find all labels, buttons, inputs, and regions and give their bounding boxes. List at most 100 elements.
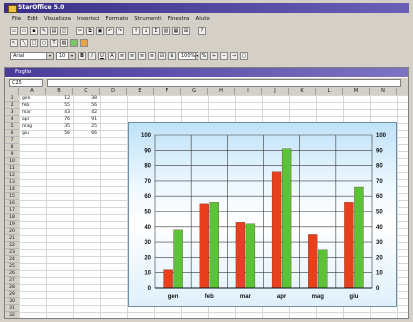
sum-icon[interactable]: Σ xyxy=(152,27,160,35)
paste-icon[interactable]: ▣ xyxy=(96,27,104,35)
cell-month-label[interactable]: mar xyxy=(22,109,31,116)
row-header[interactable]: 3 xyxy=(5,109,19,116)
select-arrow-icon[interactable]: ↖ xyxy=(10,39,18,47)
formula-input[interactable] xyxy=(47,79,401,87)
line-icon[interactable]: ╲ xyxy=(20,39,28,47)
row-header[interactable]: 25 xyxy=(5,263,19,270)
percent-icon[interactable]: % xyxy=(200,52,208,60)
underline-icon[interactable]: U xyxy=(98,52,106,60)
text-box-icon[interactable]: T xyxy=(50,39,58,47)
row-header[interactable]: 23 xyxy=(5,249,19,256)
column-header-d[interactable]: D xyxy=(100,88,127,95)
merge-icon[interactable]: ⊟ xyxy=(158,52,166,60)
row-header[interactable]: 20 xyxy=(5,228,19,235)
column-header-c[interactable]: C xyxy=(73,88,100,95)
cut-icon[interactable]: ✂ xyxy=(76,27,84,35)
row-header[interactable]: 31 xyxy=(5,305,19,312)
row-header[interactable]: 30 xyxy=(5,298,19,305)
cell-value-c[interactable]: 56 xyxy=(73,102,97,109)
cell-month-label[interactable]: giu xyxy=(22,130,29,137)
menu-format[interactable]: Formato xyxy=(106,16,129,22)
row-header[interactable]: 8 xyxy=(5,144,19,151)
cell-value-b[interactable]: 35 xyxy=(46,123,70,130)
row-header[interactable]: 29 xyxy=(5,291,19,298)
print-preview-icon[interactable]: ◫ xyxy=(60,27,68,35)
cell-value-c[interactable]: 25 xyxy=(73,123,97,130)
green-chart-icon[interactable] xyxy=(70,39,78,47)
save-icon[interactable]: ▪ xyxy=(30,27,38,35)
row-header[interactable]: 28 xyxy=(5,284,19,291)
cell-value-c[interactable]: 42 xyxy=(73,109,97,116)
column-header-k[interactable]: K xyxy=(289,88,316,95)
row-header[interactable]: 27 xyxy=(5,277,19,284)
rectangle-icon[interactable]: □ xyxy=(30,39,38,47)
row-header[interactable]: 10 xyxy=(5,158,19,165)
column-header-g[interactable]: G xyxy=(181,88,208,95)
row-header[interactable]: 32 xyxy=(5,312,19,318)
row-header[interactable]: 9 xyxy=(5,151,19,158)
row-header[interactable]: 21 xyxy=(5,235,19,242)
row-header[interactable]: 22 xyxy=(5,242,19,249)
chart-icon[interactable]: ▥ xyxy=(162,27,170,35)
column-header-a[interactable]: A xyxy=(19,88,46,95)
menu-help[interactable]: Aiuto xyxy=(195,16,209,22)
cell-value-c[interactable]: 38 xyxy=(73,95,97,102)
row-header[interactable]: 5 xyxy=(5,123,19,130)
cell-value-b[interactable]: 56 xyxy=(46,130,70,137)
row-header[interactable]: 12 xyxy=(5,172,19,179)
menu-tools[interactable]: Strumenti xyxy=(134,16,161,22)
menu-insert[interactable]: Inserisci xyxy=(77,16,100,22)
font-color-icon[interactable]: A xyxy=(108,52,116,60)
redo-icon[interactable]: ↷ xyxy=(116,27,124,35)
row-header[interactable]: 18 xyxy=(5,214,19,221)
decimal-remove-icon[interactable]: − xyxy=(220,52,228,60)
menu-window[interactable]: Finestra xyxy=(168,16,190,22)
cell-month-label[interactable]: feb xyxy=(22,102,29,109)
align-center-icon[interactable]: ≡ xyxy=(128,52,136,60)
column-header-j[interactable]: J xyxy=(262,88,289,95)
edit-icon[interactable]: ✎ xyxy=(40,27,48,35)
zoom-dropdown[interactable]: 100% ▾ xyxy=(178,52,199,60)
indent-icon[interactable]: → xyxy=(230,52,238,60)
image-icon[interactable]: ▧ xyxy=(60,39,68,47)
sort-descending-icon[interactable]: ↓ xyxy=(142,27,150,35)
row-header[interactable]: 6 xyxy=(5,130,19,137)
row-header[interactable]: 2 xyxy=(5,102,19,109)
row-header[interactable]: 7 xyxy=(5,137,19,144)
sort-ascending-icon[interactable]: ↑ xyxy=(132,27,140,35)
row-header[interactable]: 24 xyxy=(5,256,19,263)
cell-value-b[interactable]: 12 xyxy=(46,95,70,102)
select-all-corner[interactable] xyxy=(5,88,19,95)
cell-month-label[interactable]: gen xyxy=(22,95,30,102)
cell-value-b[interactable]: 43 xyxy=(46,109,70,116)
column-header-i[interactable]: I xyxy=(235,88,262,95)
column-header-o[interactable]: O xyxy=(397,88,408,95)
menu-edit[interactable]: Edit xyxy=(27,16,38,22)
row-header[interactable]: 11 xyxy=(5,165,19,172)
ellipse-icon[interactable]: ○ xyxy=(40,39,48,47)
menu-view[interactable]: Visualizza xyxy=(44,16,71,22)
currency-icon[interactable]: $ xyxy=(168,52,176,60)
cell-value-b[interactable]: 55 xyxy=(46,102,70,109)
column-header-f[interactable]: F xyxy=(154,88,181,95)
justify-icon[interactable]: ≡ xyxy=(148,52,156,60)
cell-month-label[interactable]: mag xyxy=(22,123,32,130)
cell-value-c[interactable]: 66 xyxy=(73,130,97,137)
open-folder-icon[interactable]: ▭ xyxy=(20,27,28,35)
row-header[interactable]: 19 xyxy=(5,221,19,228)
column-header-e[interactable]: E xyxy=(127,88,154,95)
orange-chart-icon[interactable] xyxy=(80,39,88,47)
column-header-n[interactable]: N xyxy=(370,88,397,95)
cell-month-label[interactable]: apr xyxy=(22,116,29,123)
italic-icon[interactable]: I xyxy=(88,52,96,60)
font-name-dropdown[interactable]: Arial ▾ xyxy=(10,52,54,60)
column-header-l[interactable]: L xyxy=(316,88,343,95)
column-header-b[interactable]: B xyxy=(46,88,73,95)
menu-file[interactable]: File xyxy=(12,16,21,22)
help-icon[interactable]: ? xyxy=(198,27,206,35)
grid-icon[interactable]: ⊞ xyxy=(182,27,190,35)
row-header[interactable]: 1 xyxy=(5,95,19,102)
column-header-h[interactable]: H xyxy=(208,88,235,95)
cell-reference-box[interactable]: C25 xyxy=(9,79,43,87)
copy-icon[interactable]: ⧉ xyxy=(86,27,94,35)
